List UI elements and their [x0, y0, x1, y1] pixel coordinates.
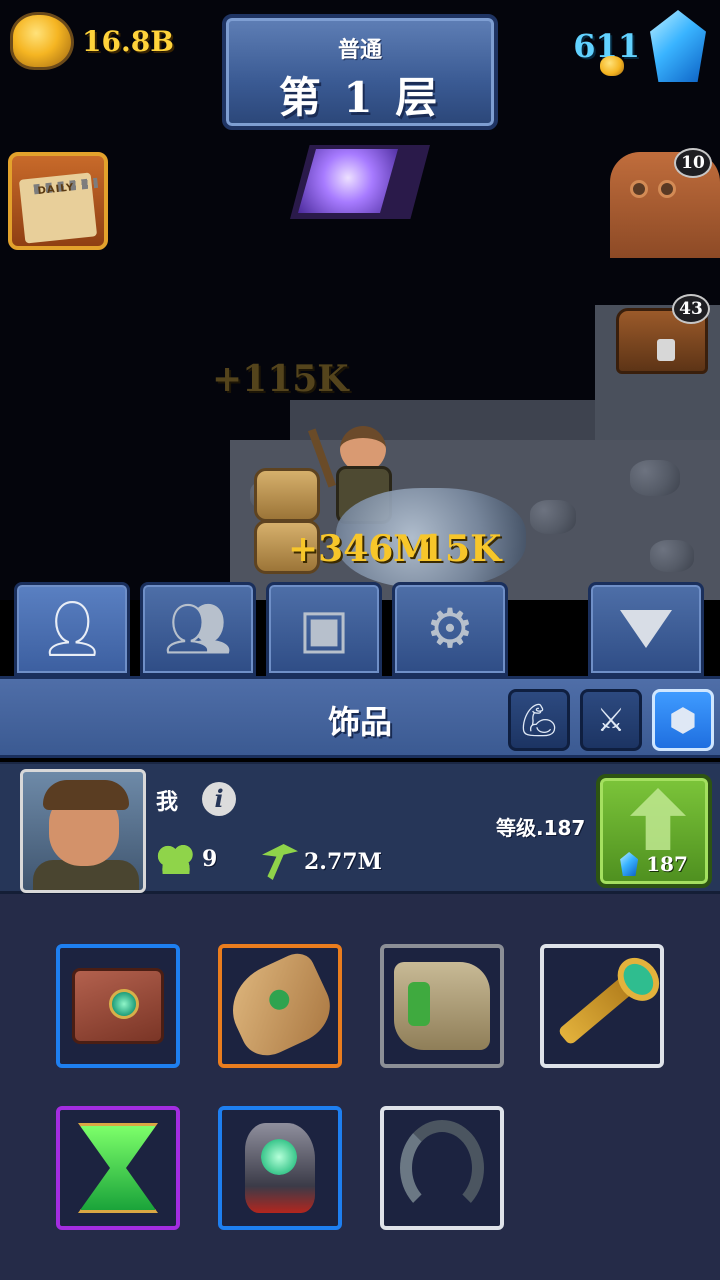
filter-tools-button[interactable]: ⚔: [580, 689, 642, 751]
character-row: 我 i 9 2.77M 等级.187 187: [0, 762, 720, 894]
item-slot-emerald-hourglass[interactable]: [56, 1106, 180, 1230]
chevron-down-icon: [620, 610, 672, 648]
upgrade-cost-value: 187: [646, 852, 688, 876]
accessory-inventory: [0, 894, 720, 1280]
group-icon: 👥︎: [163, 597, 233, 660]
tab-chest[interactable]: ▣: [266, 582, 382, 676]
item-slot-golden-key[interactable]: [540, 944, 664, 1068]
blue-gem-icon: [620, 852, 639, 876]
daily-label: DAILY: [37, 182, 75, 197]
worm-tail-icon: [400, 1120, 484, 1216]
gem-counter[interactable]: 611: [573, 10, 706, 82]
enchanted-book-icon: [72, 968, 164, 1044]
gear-icon: ⚙: [425, 597, 475, 660]
filter-accessory-button[interactable]: ⬢: [652, 689, 714, 751]
filter-strength-button[interactable]: 💪︎: [508, 689, 570, 751]
gold-amount: 16.8B: [82, 24, 174, 58]
strength-icon: 💪︎: [518, 701, 560, 739]
emerald-hourglass-icon: [78, 1123, 158, 1213]
tab-settings[interactable]: ⚙: [392, 582, 508, 676]
crossed-tools-icon: ⚔: [596, 701, 626, 739]
character-level: 等级.187: [496, 816, 586, 840]
gold-counter[interactable]: 16.8B: [10, 12, 174, 70]
purple-crystal-icon: [298, 149, 398, 213]
up-arrow-icon: [630, 788, 686, 850]
item-slot-worm-tail[interactable]: [380, 1106, 504, 1230]
rune-stone-icon: [245, 1123, 315, 1213]
accessory-icon: ⬢: [669, 701, 697, 739]
ore-block[interactable]: [254, 468, 320, 522]
gold-nugget-icon: [10, 12, 74, 70]
ancient-scroll-icon: [222, 948, 338, 1064]
item-slot-rune-stone[interactable]: [218, 1106, 342, 1230]
chest-count-badge: 43: [672, 294, 710, 324]
chest-icon: ▣: [298, 597, 350, 660]
workers-icon: [156, 844, 196, 874]
mine-scene: 16.8B 普通 第 1 层 611 DAILY 10 43 +115K +34…: [0, 0, 720, 600]
floating-reward-overlap: 15K: [420, 528, 502, 570]
robot-count-badge: 10: [674, 148, 712, 178]
level-panel[interactable]: 普通 第 1 层: [222, 14, 498, 130]
workers-count: 9: [202, 846, 218, 872]
item-slot-enchanted-book[interactable]: [56, 944, 180, 1068]
floating-reward-active: +346M: [288, 528, 434, 570]
upgrade-cost: 187: [600, 852, 708, 876]
section-header: 饰品 💪︎ ⚔ ⬢: [0, 676, 720, 758]
character-portrait[interactable]: [20, 769, 146, 893]
mining-power-value: 2.77M: [304, 849, 382, 875]
workers-stat: 9: [156, 844, 217, 874]
daily-calendar-button[interactable]: DAILY: [8, 152, 108, 250]
crystal-button[interactable]: [290, 145, 430, 219]
treasure-map-icon: [394, 962, 490, 1050]
blue-gem-icon: [650, 10, 706, 82]
tab-character[interactable]: 👤︎: [14, 582, 130, 676]
player-name: 我: [156, 790, 179, 815]
level-name: 第 1 层: [278, 73, 442, 122]
floating-reward-faded: +115K: [212, 358, 349, 400]
treasure-chest-button[interactable]: 43: [612, 294, 714, 380]
info-icon[interactable]: i: [202, 782, 236, 816]
pickaxe-icon: [262, 844, 298, 880]
upgrade-button[interactable]: 187: [596, 774, 712, 888]
robot-button[interactable]: 10: [604, 146, 720, 258]
mining-power-stat: 2.77M: [262, 844, 382, 880]
person-pickaxe-icon: 👤︎: [37, 597, 107, 660]
golden-key-icon: [557, 966, 647, 1046]
item-slot-treasure-map[interactable]: [380, 944, 504, 1068]
collapse-panel-button[interactable]: [588, 582, 704, 676]
gold-nugget-small-icon: [600, 56, 624, 76]
tab-workers[interactable]: 👥︎: [140, 582, 256, 676]
calendar-icon: DAILY: [18, 172, 99, 244]
level-mode: 普通: [337, 38, 382, 63]
item-slot-ancient-scroll[interactable]: [218, 944, 342, 1068]
